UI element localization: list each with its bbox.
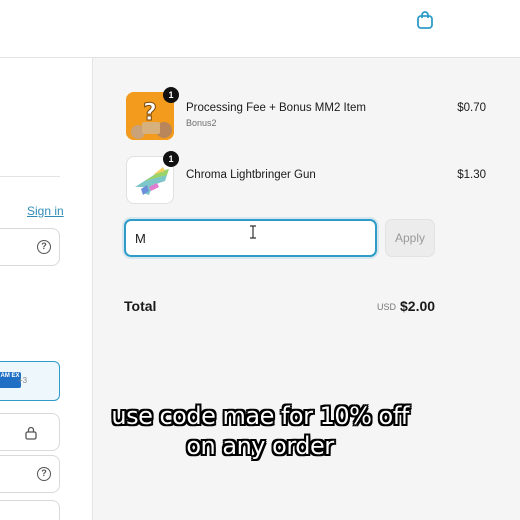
name-field[interactable] (0, 500, 60, 520)
quantity-badge: 1 (163, 151, 179, 167)
shopping-bag-icon[interactable] (416, 10, 434, 30)
quantity-badge: 1 (163, 87, 179, 103)
total-label: Total (124, 298, 157, 314)
more-cards-badge: +3 (18, 376, 28, 385)
help-icon[interactable]: ? (37, 467, 51, 481)
card-number-field[interactable] (0, 413, 60, 451)
item-price: $0.70 (457, 102, 486, 114)
text-cursor-icon (250, 225, 256, 239)
help-icon[interactable]: ? (37, 240, 51, 254)
email-field[interactable]: ? (0, 228, 60, 266)
svg-text:?: ? (143, 98, 157, 126)
overlay-caption: use code mae for 10% off (111, 402, 409, 430)
cart-item: 1 Chroma Lightbringer Gun $1.30 (126, 151, 486, 204)
cart-item: ? 1 Processing Fee + Bonus MM2 Item Bonu… (126, 87, 486, 140)
total-currency: USD (377, 302, 397, 312)
sign-in-link[interactable]: Sign in (27, 204, 64, 218)
item-name: Chroma Lightbringer Gun (186, 169, 316, 181)
divider (0, 176, 60, 177)
card-payment-option[interactable]: AM EX +3 (0, 361, 60, 401)
item-price: $1.30 (457, 169, 486, 181)
security-code-field[interactable]: ? (0, 455, 60, 493)
total-amount: $2.00 (400, 298, 436, 314)
overlay-caption: on any order (186, 432, 334, 460)
apply-discount-button[interactable]: Apply (385, 219, 435, 257)
lock-icon (25, 426, 37, 440)
header (0, 0, 520, 58)
item-name: Processing Fee + Bonus MM2 Item (186, 102, 366, 114)
item-subtitle: Bonus2 (186, 118, 217, 128)
